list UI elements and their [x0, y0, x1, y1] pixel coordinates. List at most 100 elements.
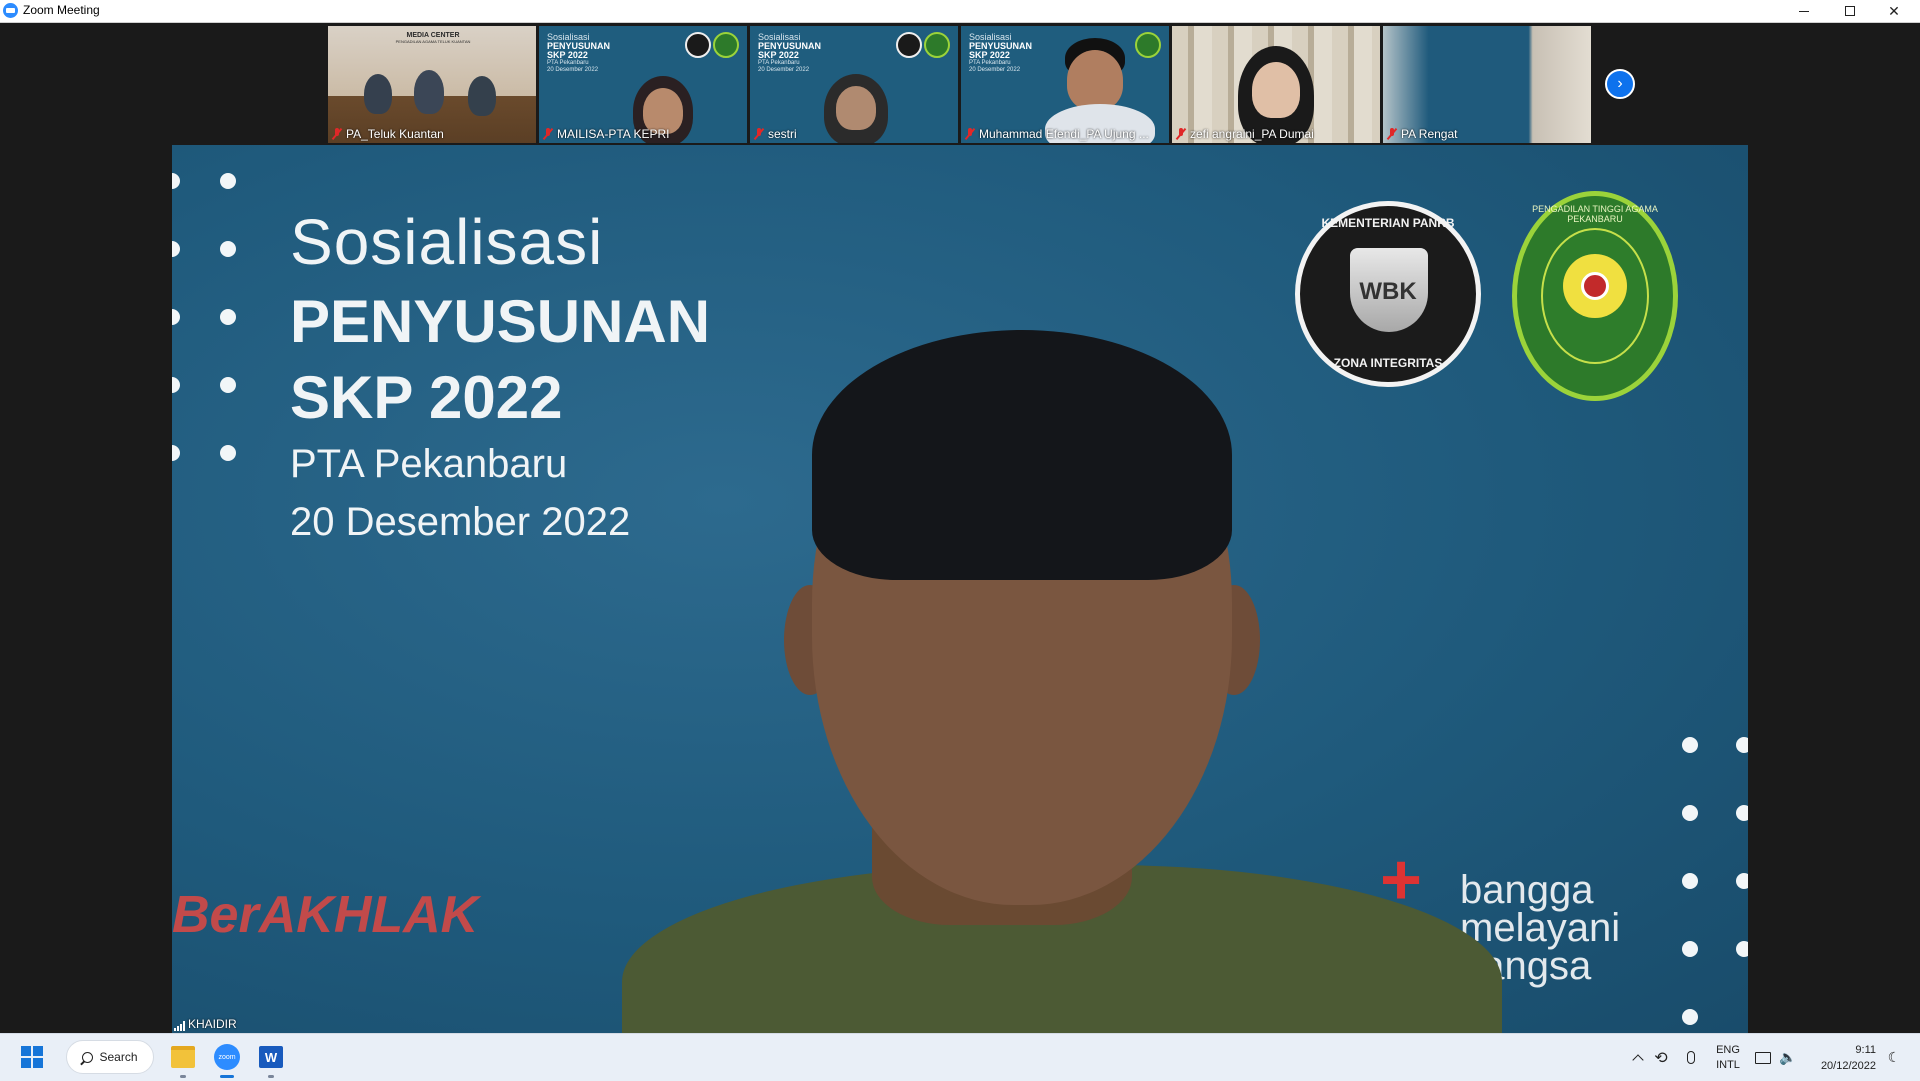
- mic-off-icon: [1176, 128, 1186, 140]
- clock[interactable]: 9:11 20/12/2022: [1806, 1034, 1876, 1081]
- participant-name: PA_Teluk Kuantan: [332, 127, 444, 141]
- input-language-button[interactable]: ENG INTL: [1708, 1034, 1748, 1081]
- zoom-taskbar-button[interactable]: zoom: [212, 1040, 242, 1078]
- slide-title: Sosialisasi: [290, 206, 604, 278]
- window-title: Zoom Meeting: [23, 3, 100, 17]
- speaker-name-label: KHAIDIR: [174, 1017, 237, 1031]
- slide-heading-line1: PENYUSUNAN: [290, 288, 711, 355]
- decor-dot: [220, 377, 236, 393]
- participant-tile[interactable]: MEDIA CENTER PENGADILAN AGAMA TELUK KUAN…: [328, 26, 536, 143]
- mic-off-icon: [1387, 128, 1397, 140]
- decor-dot: [1736, 941, 1748, 957]
- chevron-up-icon: [1632, 1053, 1644, 1066]
- slide-org: PTA Pekanbaru: [290, 442, 568, 486]
- participant-name: Muhammad Efendi_PA Ujung ...: [965, 127, 1149, 141]
- participant-name: sestri: [754, 127, 797, 141]
- file-explorer-icon: [171, 1046, 195, 1068]
- participant-face: [836, 86, 876, 130]
- taskbar-search[interactable]: Search: [66, 1040, 154, 1074]
- participant-tile[interactable]: Sosialisasi PENYUSUNAN SKP 2022 PTA Peka…: [750, 26, 958, 143]
- search-icon: [82, 1051, 94, 1063]
- next-page-icon: ›: [1617, 75, 1623, 92]
- participant-name: zefi angraini_PA Dumai: [1176, 127, 1314, 141]
- word-icon: W: [259, 1046, 283, 1068]
- participant-video: [468, 76, 496, 116]
- close-icon: ✕: [1888, 2, 1900, 19]
- moon-icon: ☾: [1887, 1049, 1901, 1065]
- decor-dot: [1736, 737, 1748, 753]
- taskbar: Search zoom W ⟲ ENG INTL 🔈 9:11 20/12/20…: [0, 1033, 1920, 1081]
- speaker-hair: [812, 330, 1232, 580]
- show-hidden-icons-button[interactable]: [1628, 1034, 1648, 1081]
- network-icon: [1755, 1051, 1771, 1064]
- decor-dot: [172, 173, 180, 189]
- decor-dot: [1682, 1009, 1698, 1025]
- signal-icon: [174, 1021, 185, 1031]
- network-button[interactable]: [1752, 1034, 1774, 1081]
- mini-slide-text: Sosialisasi PENYUSUNAN SKP 2022 PTA Peka…: [547, 32, 611, 73]
- mini-slide-text: Sosialisasi PENYUSUNAN SKP 2022 PTA Peka…: [758, 32, 822, 73]
- participant-tile[interactable]: PA Rengat: [1383, 26, 1591, 143]
- file-explorer-button[interactable]: [168, 1040, 198, 1078]
- decor-dot: [1736, 805, 1748, 821]
- word-taskbar-button[interactable]: W: [256, 1040, 286, 1078]
- slide-heading-line2: SKP 2022: [290, 364, 563, 431]
- decor-dot: [1682, 873, 1698, 889]
- start-button[interactable]: [18, 1040, 46, 1074]
- decor-dot: [172, 377, 180, 393]
- maximize-icon: [1845, 6, 1855, 16]
- microphone-icon: [1687, 1051, 1695, 1064]
- participant-name: MAILISA-PTA KEPRI: [543, 127, 669, 141]
- pta-logo: [1135, 32, 1161, 58]
- pta-logo: [924, 32, 950, 58]
- active-speaker-video: Sosialisasi PENYUSUNAN SKP 2022 PTA Peka…: [172, 145, 1748, 1033]
- minimize-button[interactable]: [1782, 0, 1826, 22]
- meeting-area: MEDIA CENTER PENGADILAN AGAMA TELUK KUAN…: [0, 23, 1920, 1033]
- participant-video: [364, 74, 392, 114]
- pta-logo: PENGADILAN TINGGI AGAMA PEKANBARU: [1512, 191, 1678, 401]
- decor-dot: [1682, 941, 1698, 957]
- participant-video: [414, 70, 444, 114]
- participant-tile[interactable]: Sosialisasi PENYUSUNAN SKP 2022 PTA Peka…: [539, 26, 747, 143]
- decor-dot: [220, 445, 236, 461]
- decor-dot: [1682, 805, 1698, 821]
- slide-title-block: Sosialisasi PENYUSUNAN SKP 2022 PTA Peka…: [290, 205, 710, 547]
- zoom-icon: zoom: [214, 1044, 240, 1070]
- pta-logo: [713, 32, 739, 58]
- volume-button[interactable]: 🔈: [1776, 1034, 1800, 1081]
- decor-dot: [172, 309, 180, 325]
- decor-dot: [1736, 873, 1748, 889]
- participant-name: PA Rengat: [1387, 127, 1457, 141]
- start-icon: [21, 1046, 43, 1068]
- decor-dot: [172, 445, 180, 461]
- zoom-app-icon: [3, 3, 18, 18]
- decor-dot: [220, 173, 236, 189]
- participant-tile[interactable]: zefi angraini_PA Dumai: [1172, 26, 1380, 143]
- window-titlebar: Zoom Meeting ✕: [0, 0, 1920, 23]
- participant-face: [1252, 62, 1300, 118]
- mic-off-icon: [965, 128, 975, 140]
- notification-button[interactable]: ☾: [1882, 1034, 1906, 1081]
- volume-icon: 🔈: [1779, 1049, 1797, 1065]
- sync-icon: ⟲: [1654, 1049, 1668, 1067]
- microphone-button[interactable]: [1680, 1034, 1702, 1081]
- close-button[interactable]: ✕: [1872, 0, 1916, 22]
- wbk-logo: [685, 32, 711, 58]
- decor-dot: [172, 241, 180, 257]
- media-center-banner: MEDIA CENTER PENGADILAN AGAMA TELUK KUAN…: [395, 32, 471, 44]
- mic-off-icon: [543, 128, 553, 140]
- minimize-icon: [1799, 10, 1809, 12]
- wbk-logo: KEMENTERIAN PANRB WBK ZONA INTEGRITAS: [1295, 201, 1481, 387]
- decor-dot: [1682, 737, 1698, 753]
- decor-dot: [220, 241, 236, 257]
- maximize-button[interactable]: [1828, 0, 1872, 22]
- sync-button[interactable]: ⟲: [1650, 1034, 1672, 1081]
- participant-face: [1067, 50, 1123, 110]
- wbk-logo: [896, 32, 922, 58]
- decor-dot: [220, 309, 236, 325]
- mic-off-icon: [332, 128, 342, 140]
- mini-slide-text: Sosialisasi PENYUSUNAN SKP 2022 PTA Peka…: [969, 32, 1033, 73]
- gallery-next-button[interactable]: ›: [1605, 69, 1635, 99]
- participant-tile[interactable]: Sosialisasi PENYUSUNAN SKP 2022 PTA Peka…: [961, 26, 1169, 143]
- slide-date: 20 Desember 2022: [290, 500, 631, 544]
